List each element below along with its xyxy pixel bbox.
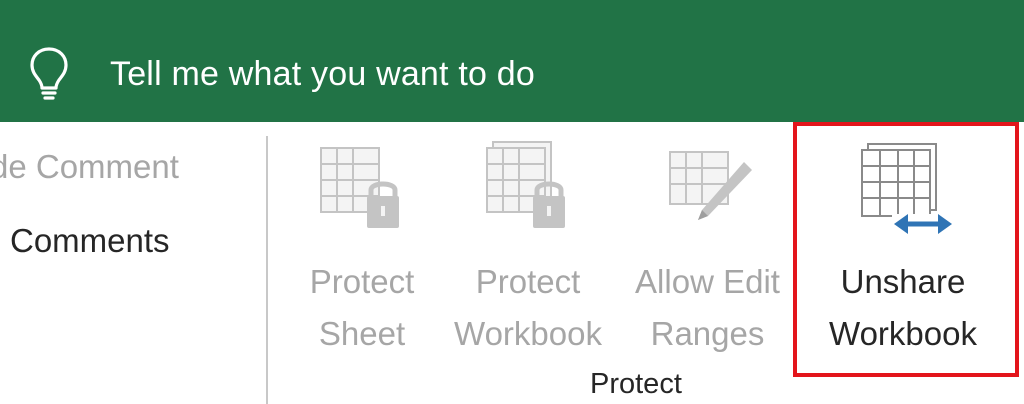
unshare-workbook-label-2: Workbook: [829, 315, 977, 352]
title-bar: Tell me what you want to do: [0, 0, 1024, 122]
unshare-workbook-label-1: Unshare: [840, 263, 966, 300]
group-divider: [266, 136, 268, 404]
allow-edit-ranges-button[interactable]: Allow Edit Ranges: [620, 140, 795, 380]
protect-workbook-icon: [486, 141, 565, 228]
protect-sheet-label-1: Protect: [309, 263, 415, 300]
show-comments-button[interactable]: Comments: [10, 222, 170, 260]
protect-group-label: Protect: [590, 368, 682, 400]
protect-sheet-button[interactable]: Protect Sheet: [287, 140, 437, 380]
ribbon-review-tab: de Comment Comments Protect Sheet Protec…: [0, 122, 1024, 404]
unshare-workbook-button[interactable]: Unshare Workbook: [808, 140, 998, 380]
allow-edit-ranges-label-2: Ranges: [650, 315, 765, 352]
allow-edit-ranges-label-1: Allow Edit: [635, 263, 780, 300]
protect-sheet-icon: [320, 147, 399, 228]
protect-sheet-label-2: Sheet: [318, 315, 406, 352]
unshare-workbook-icon: [861, 143, 952, 236]
protect-workbook-label-2: Workbook: [454, 315, 602, 352]
hide-comment-button[interactable]: de Comment: [0, 148, 179, 186]
tell-me-text[interactable]: Tell me what you want to do: [110, 55, 535, 94]
protect-workbook-button[interactable]: Protect Workbook: [438, 140, 618, 380]
lightbulb-icon: [30, 47, 68, 100]
allow-edit-ranges-icon: [668, 151, 752, 220]
protect-workbook-label-1: Protect: [475, 263, 581, 300]
tell-me-search[interactable]: Tell me what you want to do: [28, 44, 535, 104]
